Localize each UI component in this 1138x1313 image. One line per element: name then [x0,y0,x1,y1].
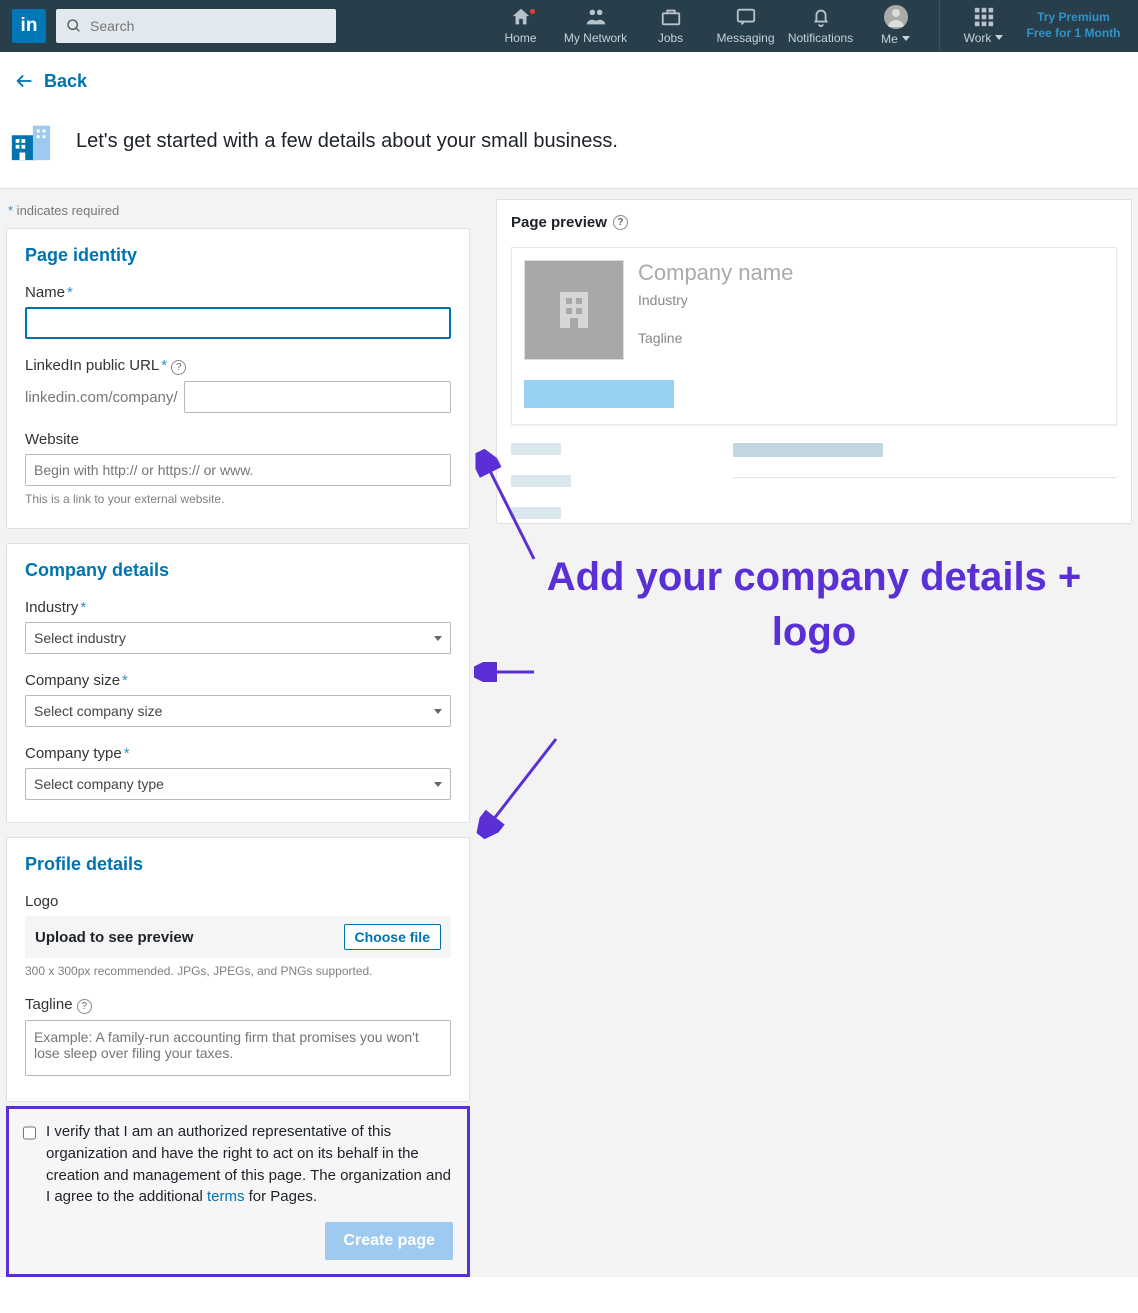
nav-network[interactable]: My Network [558,6,633,47]
chevron-down-icon [434,636,442,641]
nav-notifications[interactable]: Notifications [783,6,858,47]
nav-home-label: Home [504,30,536,47]
search-box[interactable] [56,9,336,43]
nav-separator [939,0,940,52]
annotation-arrow-icon [474,449,544,569]
page-identity-heading: Page identity [25,245,451,266]
premium-line1: Try Premium [1021,10,1126,26]
nav-network-label: My Network [564,30,627,47]
back-label: Back [44,71,87,92]
nav-me[interactable]: Me [858,5,933,48]
preview-logo-placeholder [524,260,624,360]
upload-text: Upload to see preview [35,929,193,946]
help-icon[interactable]: ? [171,360,186,375]
intro-heading: Let's get started with a few details abo… [76,130,618,153]
home-icon [509,6,533,28]
company-details-card: Company details Industry* Select industr… [6,543,470,823]
nav-work[interactable]: Work [946,6,1021,47]
logo-upload-row: Upload to see preview Choose file [25,916,451,958]
url-label: LinkedIn public URL* ? [25,357,451,375]
intro-row: Let's get started with a few details abo… [0,110,1138,189]
website-label: Website [25,431,451,448]
chevron-down-icon [995,35,1003,40]
briefcase-icon [659,6,683,28]
search-icon [66,18,82,34]
profile-details-card: Profile details Logo Upload to see previ… [6,837,470,1102]
annotation-text: Add your company details + logo [496,524,1132,686]
preview-card: Page preview? Company name Industry Tagl… [496,199,1132,524]
website-input[interactable] [25,454,451,486]
verify-text: I verify that I am an authorized represe… [46,1121,453,1208]
main-area: * indicates required Page identity Name*… [0,189,1138,1277]
bell-icon [809,6,833,28]
top-nav: in Home My Network Jobs Messaging Notifi… [0,0,1138,52]
name-label: Name* [25,284,451,301]
nav-notifications-label: Notifications [788,30,853,47]
type-select[interactable]: Select company type [25,768,451,800]
building-icon [8,118,54,164]
url-input[interactable] [184,381,451,413]
linkedin-logo[interactable]: in [12,9,46,43]
name-input[interactable] [25,307,451,339]
message-icon [734,6,758,28]
network-icon [584,6,608,28]
company-details-heading: Company details [25,560,451,581]
required-note: * indicates required [6,199,470,228]
type-label: Company type* [25,745,451,762]
building-placeholder-icon [554,288,594,332]
tagline-label: Tagline ? [25,996,451,1014]
annotation-arrow-icon [474,662,544,682]
size-select[interactable]: Select company size [25,695,451,727]
help-icon[interactable]: ? [613,215,628,230]
page-identity-card: Page identity Name* LinkedIn public URL*… [6,228,470,529]
industry-label: Industry* [25,599,451,616]
url-prefix: linkedin.com/company/ [25,389,178,406]
preview-industry: Industry [638,292,793,308]
nav-home[interactable]: Home [483,6,558,47]
nav-jobs-label: Jobs [658,30,683,47]
verify-box: I verify that I am an authorized represe… [6,1106,470,1277]
create-page-button[interactable]: Create page [325,1222,453,1260]
nav-messaging-label: Messaging [716,30,774,47]
logo-helper: 300 x 300px recommended. JPGs, JPEGs, an… [25,964,451,978]
industry-select[interactable]: Select industry [25,622,451,654]
verify-checkbox[interactable] [23,1125,36,1141]
arrow-left-icon [14,70,36,92]
chevron-down-icon [434,709,442,714]
nav-me-label: Me [881,31,898,48]
chevron-down-icon [902,36,910,41]
logo-label: Logo [25,893,451,910]
preview-company-name: Company name [638,260,793,286]
preview-skeleton [511,443,1117,519]
grid-icon [973,6,995,28]
preview-body: Company name Industry Tagline [511,247,1117,425]
preview-title: Page preview? [511,214,1117,231]
preview-button-placeholder [524,380,674,408]
choose-file-button[interactable]: Choose file [344,924,441,950]
back-link[interactable]: Back [0,52,1138,110]
right-column: Page preview? Company name Industry Tagl… [496,199,1132,686]
size-label: Company size* [25,672,451,689]
nav-work-label: Work [964,30,992,47]
preview-tagline: Tagline [638,330,793,346]
search-input[interactable] [90,18,300,34]
tagline-input[interactable] [25,1020,451,1076]
left-column: * indicates required Page identity Name*… [6,199,470,1277]
annotation-arrow-icon [476,729,566,839]
website-helper: This is a link to your external website. [25,492,451,506]
nav-messaging[interactable]: Messaging [708,6,783,47]
premium-line2: Free for 1 Month [1021,26,1126,42]
profile-details-heading: Profile details [25,854,451,875]
chevron-down-icon [434,782,442,787]
premium-link[interactable]: Try Premium Free for 1 Month [1021,10,1126,41]
avatar-icon [884,5,908,29]
help-icon[interactable]: ? [77,999,92,1014]
nav-jobs[interactable]: Jobs [633,6,708,47]
terms-link[interactable]: terms [207,1188,245,1205]
